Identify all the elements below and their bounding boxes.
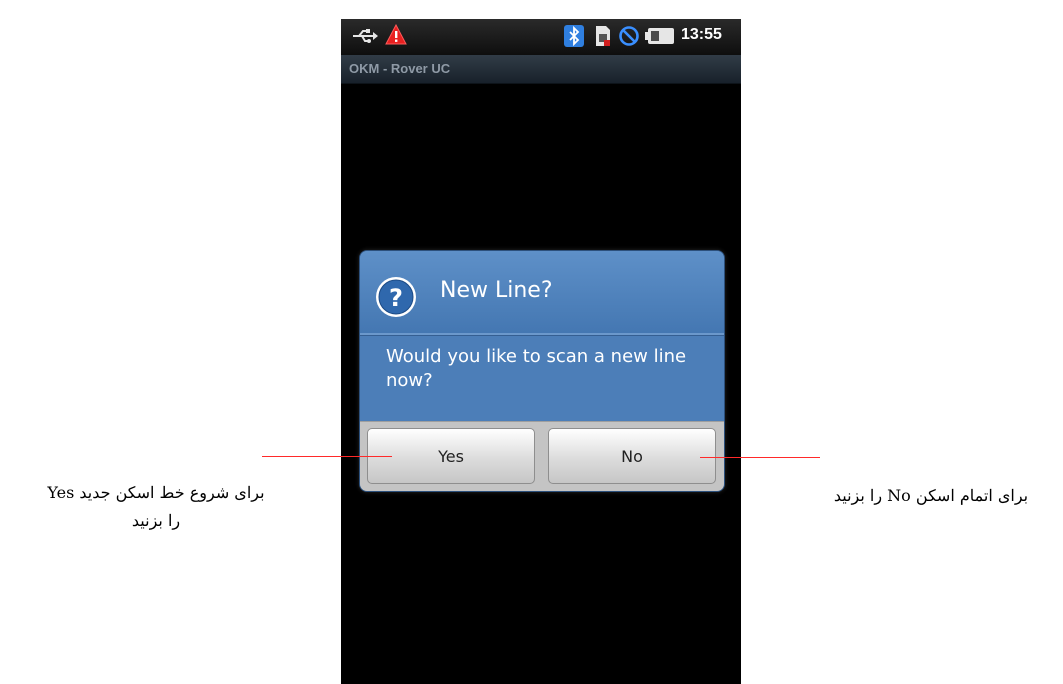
- status-clock: 13:55: [681, 26, 722, 43]
- dialog-button-bar: Yes No: [360, 421, 724, 491]
- dialog-title: New Line?: [440, 278, 553, 303]
- yes-annotation-line1: برای شروع خط اسکن جدید Yes: [47, 483, 265, 502]
- no-button[interactable]: No: [548, 428, 716, 484]
- yes-annotation: برای شروع خط اسکن جدید Yes را بزنید: [6, 479, 306, 535]
- no-callout-line: [700, 457, 820, 458]
- yes-annotation-line2: را بزنید: [131, 511, 181, 530]
- dialog-header: ? New Line?: [360, 251, 724, 333]
- yes-callout-line: [262, 456, 392, 457]
- new-line-dialog: ? New Line? Would you like to scan a new…: [359, 250, 725, 492]
- app-title: OKM - Rover UC: [349, 61, 451, 76]
- no-signal-icon: [618, 25, 640, 51]
- app-title-bar: OKM - Rover UC: [341, 55, 741, 84]
- no-annotation: برای اتمام اسکن No را بزنید: [833, 486, 1029, 505]
- svg-text:?: ?: [389, 284, 403, 312]
- bluetooth-icon: [564, 25, 584, 51]
- warning-icon: [385, 23, 407, 50]
- question-icon: ?: [374, 275, 418, 323]
- dialog-divider: [360, 333, 724, 336]
- dialog-message: Would you like to scan a new line now?: [386, 346, 687, 391]
- yes-button[interactable]: Yes: [367, 428, 535, 484]
- status-bar: 13:55: [341, 19, 741, 55]
- usb-icon: [351, 27, 379, 49]
- sim-icon: [594, 25, 612, 51]
- phone-screen: 13:55 OKM - Rover UC ? New Line? Would y…: [341, 19, 741, 684]
- battery-icon: [645, 27, 675, 49]
